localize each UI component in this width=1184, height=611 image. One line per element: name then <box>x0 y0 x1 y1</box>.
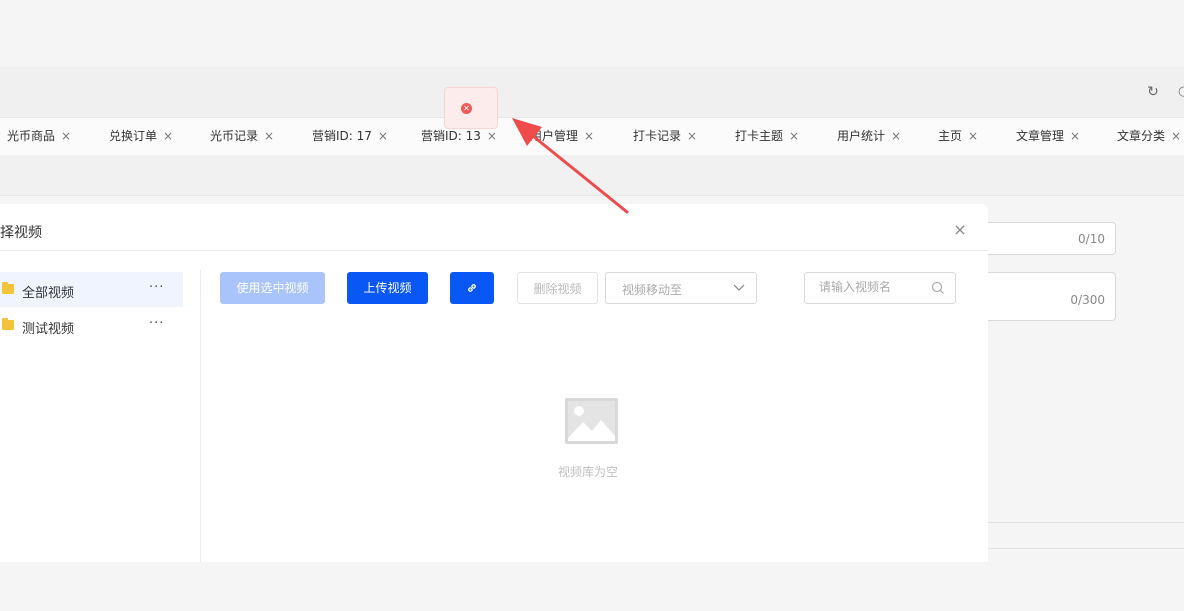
tab-article-management[interactable]: 文章管理 × <box>1016 128 1080 144</box>
search-input[interactable] <box>819 280 929 294</box>
close-icon[interactable]: × <box>1171 129 1181 143</box>
link-button[interactable] <box>450 272 494 304</box>
app-header <box>0 67 1184 117</box>
char-counter: 0/300 <box>1070 293 1105 307</box>
refresh-icon[interactable]: ↻ <box>1145 84 1161 100</box>
description-textarea[interactable]: 0/300 <box>988 272 1116 321</box>
tab-label: 营销ID: 13 <box>421 129 481 143</box>
video-search-box[interactable] <box>804 272 956 304</box>
close-icon[interactable]: × <box>487 129 497 143</box>
select-placeholder: 视频移动至 <box>622 283 683 297</box>
folder-label: 测试视频 <box>22 322 75 337</box>
error-icon: ✕ <box>461 103 472 114</box>
folder-icon <box>2 282 14 294</box>
tab-label: 光币记录 <box>210 129 259 143</box>
upload-video-button[interactable]: 上传视频 <box>347 272 428 304</box>
close-icon[interactable]: × <box>789 129 799 143</box>
tab-checkin-topics[interactable]: 打卡主题 × <box>735 128 799 144</box>
more-icon[interactable]: ··· <box>149 316 164 331</box>
dialog-divider <box>0 250 988 251</box>
folder-item-test-videos[interactable]: 测试视频 ··· <box>0 308 183 343</box>
tab-label: 光币商品 <box>7 129 56 143</box>
folder-item-all-videos[interactable]: 全部视频 ··· <box>0 272 183 307</box>
folder-icon <box>2 318 14 330</box>
tab-label: 文章管理 <box>1016 129 1065 143</box>
tab-guangbi-goods[interactable]: 光币商品 × <box>7 128 71 144</box>
tab-label: 打卡主题 <box>735 129 784 143</box>
close-icon[interactable]: × <box>61 129 71 143</box>
close-icon[interactable]: × <box>378 129 388 143</box>
close-icon[interactable]: × <box>1070 129 1080 143</box>
tab-label: 用户管理 <box>530 129 579 143</box>
move-video-select[interactable]: 视频移动至 <box>605 272 757 304</box>
select-video-dialog <box>0 204 988 562</box>
tab-guangbi-records[interactable]: 光币记录 × <box>210 128 274 144</box>
divider <box>988 522 1184 523</box>
tab-article-categories[interactable]: 文章分类 × <box>1117 128 1181 144</box>
tab-checkin-records[interactable]: 打卡记录 × <box>633 128 697 144</box>
folder-label: 全部视频 <box>22 286 75 301</box>
tab-label: 主页 <box>938 129 963 143</box>
empty-state-text: 视频库为空 <box>558 465 619 479</box>
close-icon[interactable]: × <box>264 129 274 143</box>
close-icon[interactable]: × <box>163 129 173 143</box>
tab-label: 营销ID: 17 <box>312 129 372 143</box>
settings-icon[interactable]: ○ <box>1178 84 1184 100</box>
tab-exchange-orders[interactable]: 兑换订单 × <box>109 128 173 144</box>
divider <box>988 548 1184 549</box>
tab-user-management[interactable]: 用户管理 × <box>530 128 594 144</box>
close-icon[interactable]: × <box>584 129 594 143</box>
close-icon[interactable]: × <box>891 129 901 143</box>
delete-video-button[interactable]: 删除视频 <box>517 272 598 304</box>
chevron-down-icon <box>733 284 745 291</box>
tab-label: 文章分类 <box>1117 129 1166 143</box>
tab-home[interactable]: 主页 × <box>938 128 978 144</box>
error-toast: ✕ <box>444 87 498 129</box>
tab-label: 兑换订单 <box>109 129 158 143</box>
tab-marketing-13[interactable]: 营销ID: 13 × <box>421 128 497 144</box>
use-selected-button[interactable]: 使用选中视频 <box>220 272 325 304</box>
close-icon[interactable]: × <box>968 129 978 143</box>
tab-marketing-17[interactable]: 营销ID: 17 × <box>312 128 388 144</box>
close-icon[interactable]: × <box>952 220 968 239</box>
search-icon[interactable] <box>931 281 945 295</box>
title-input[interactable]: 0/10 <box>988 222 1116 255</box>
sidebar-divider <box>200 270 201 562</box>
image-placeholder-icon <box>565 398 618 444</box>
more-icon[interactable]: ··· <box>149 280 164 295</box>
tab-label: 用户统计 <box>837 129 886 143</box>
char-counter: 0/10 <box>1078 232 1105 246</box>
tab-user-stats[interactable]: 用户统计 × <box>837 128 901 144</box>
close-icon[interactable]: × <box>687 129 697 143</box>
content-header-band <box>0 155 1184 196</box>
dialog-title: 择视频 <box>0 225 42 241</box>
link-icon <box>468 284 476 292</box>
tab-label: 打卡记录 <box>633 129 682 143</box>
